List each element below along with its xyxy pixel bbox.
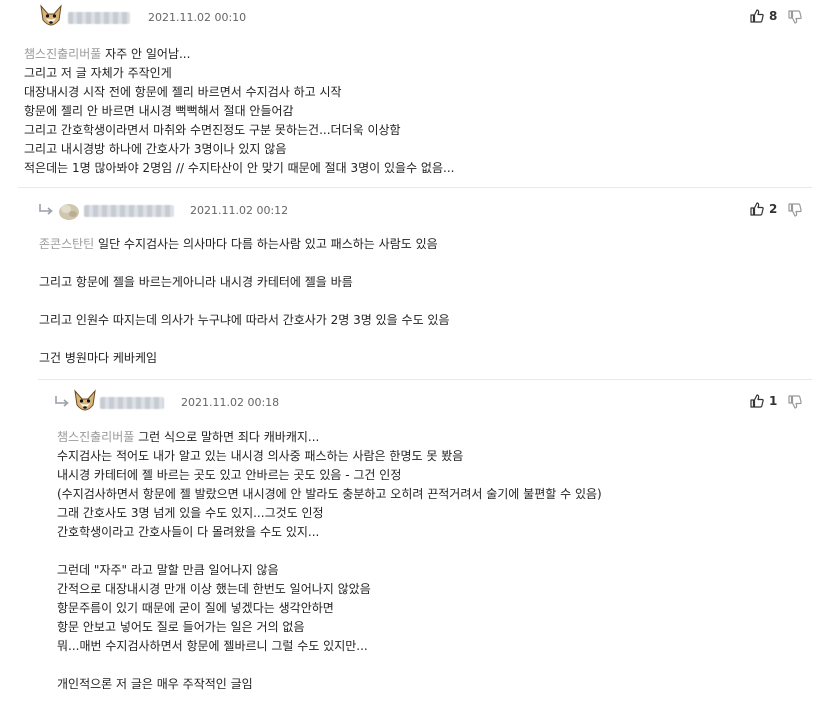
comment-header: 2021.11.02 00:12 2 (0, 197, 822, 223)
comment-line: 그리고 저 글 자체가 주작인게 (24, 66, 172, 80)
comment-line: 뭐...매번 수지검사하면서 항문에 젤바르니 그럴 수도 있지만... (57, 639, 368, 653)
comment-line: 내시경 카테터에 젤 바르는 곳도 있고 안바르는 곳도 있음 - 그건 인정 (57, 468, 402, 482)
thumbs-down-icon[interactable] (787, 394, 803, 410)
avatar[interactable] (72, 389, 98, 415)
comment-line: 그리고 간호학생이라면서 마취와 수면진정도 구분 못하는건...더더욱 이상함 (24, 123, 401, 137)
comment-header: 2021.11.02 00:10 8 (0, 4, 822, 30)
comment-body: 챔스진출리버풀 자주 안 일어남... 그리고 저 글 자체가 주작인게 대장내… (24, 45, 454, 178)
like-count: 8 (769, 9, 778, 23)
comment-line (57, 656, 602, 675)
comment-line: 개인적으론 저 글은 매우 주작적인 글임 (57, 677, 253, 691)
comment-line: 그리고 인원수 따지는데 의사가 누구냐에 따라서 간호사가 2명 3명 있을 … (39, 313, 450, 327)
comment-line: 존콘스탄틴 일단 수지검사는 의사마다 다름 하는사람 있고 패스하는 사람도 … (39, 237, 438, 251)
mention-tag[interactable]: 존콘스탄틴 (39, 237, 94, 251)
comment-line (39, 292, 450, 311)
like-count: 1 (769, 394, 778, 408)
avatar[interactable] (56, 197, 82, 223)
reply-arrow-icon (39, 204, 53, 215)
comment-body: 존콘스탄틴 일단 수지검사는 의사마다 다름 하는사람 있고 패스하는 사람도 … (39, 235, 450, 368)
comment-date: 2021.11.02 00:12 (190, 204, 289, 217)
nickname-blurred[interactable] (68, 12, 130, 24)
comment-line: 항문 안보고 넣어도 질로 들어가는 일은 거의 없음 (57, 620, 305, 634)
comment-line: 수지검사는 적어도 내가 알고 있는 내시경 의사중 패스하는 사람은 한명도 … (57, 449, 464, 463)
nickname-blurred[interactable] (100, 397, 164, 409)
vote-box: 2 (749, 201, 807, 219)
comment-date: 2021.11.02 00:18 (181, 396, 280, 409)
comment-line: 간호학생이라고 간호사들이 다 몰려왔을 수도 있지... (57, 525, 320, 539)
comment-line (39, 254, 450, 273)
comment-line (57, 542, 602, 561)
thumbs-down-icon[interactable] (787, 9, 803, 25)
comment-line: 적은데는 1명 많아봐야 2명임 // 수지타산이 안 맞기 때문에 절대 3명… (24, 161, 455, 175)
comment-line: 항문주름이 있기 때문에 굳이 질에 넣겠다는 생각안하면 (57, 601, 334, 615)
comment-reply: 2021.11.02 00:12 2 존콘스탄틴 일단 수지검사는 의사마다 다… (0, 197, 822, 377)
comment-reply: 2021.11.02 00:18 1 챔스진출리버풀 그런 식으로 말하면 죄다… (0, 389, 822, 703)
comment-date: 2021.11.02 00:10 (148, 11, 247, 24)
divider (38, 379, 812, 380)
comment-line: 그런데 "자주" 라고 말할 만큼 일어나지 않음 (57, 563, 279, 577)
comment-line: 그리고 항문에 젤을 바르는게아니라 내시경 카테터에 젤을 바름 (39, 275, 353, 289)
like-count: 2 (769, 202, 778, 216)
vote-box: 8 (749, 8, 807, 26)
mention-tag[interactable]: 챔스진출리버풀 (24, 47, 101, 61)
comment-line: 챔스진출리버풀 자주 안 일어남... (24, 47, 191, 61)
vote-box: 1 (749, 393, 807, 411)
comment-line (39, 330, 450, 349)
comment-line: 그건 병원마다 케바케임 (39, 351, 158, 365)
divider (18, 187, 812, 188)
thumbs-down-icon[interactable] (787, 202, 803, 218)
nickname-blurred[interactable] (84, 205, 174, 217)
comment-line: (수지검사하면서 항문에 젤 발랐으면 내시경에 안 발라도 충분하고 오히려 … (57, 487, 602, 501)
thumbs-up-icon[interactable] (749, 8, 765, 24)
mention-tag[interactable]: 챔스진출리버풀 (57, 430, 134, 444)
comment-body: 챔스진출리버풀 그런 식으로 말하면 죄다 캐바캐지... 수지검사는 적어도 … (57, 428, 602, 694)
comment-header: 2021.11.02 00:18 1 (0, 389, 822, 415)
comment-line: 챔스진출리버풀 그런 식으로 말하면 죄다 캐바캐지... (57, 430, 320, 444)
avatar[interactable] (38, 4, 64, 30)
thumbs-up-icon[interactable] (749, 393, 765, 409)
reply-arrow-icon (55, 396, 69, 407)
comment-line: 대장내시경 시작 전에 항문에 젤리 바르면서 수지검사 하고 시작 (24, 85, 342, 99)
comment-line: 그리고 내시경방 하나에 간호사가 3명이나 있지 않음 (24, 142, 287, 156)
thumbs-up-icon[interactable] (749, 201, 765, 217)
comment-line: 항문에 젤리 안 바르면 내시경 뻑뻑해서 절대 안들어감 (24, 104, 294, 118)
comment: 2021.11.02 00:10 8 챔스진출리버풀 자주 안 일어남... 그… (0, 4, 822, 184)
comment-line: 간적으로 대장내시경 만개 이상 했는데 한번도 일어나지 않았음 (57, 582, 371, 596)
comment-line: 그래 간호사도 3명 넘게 있을 수도 있지...그것도 인정 (57, 506, 324, 520)
